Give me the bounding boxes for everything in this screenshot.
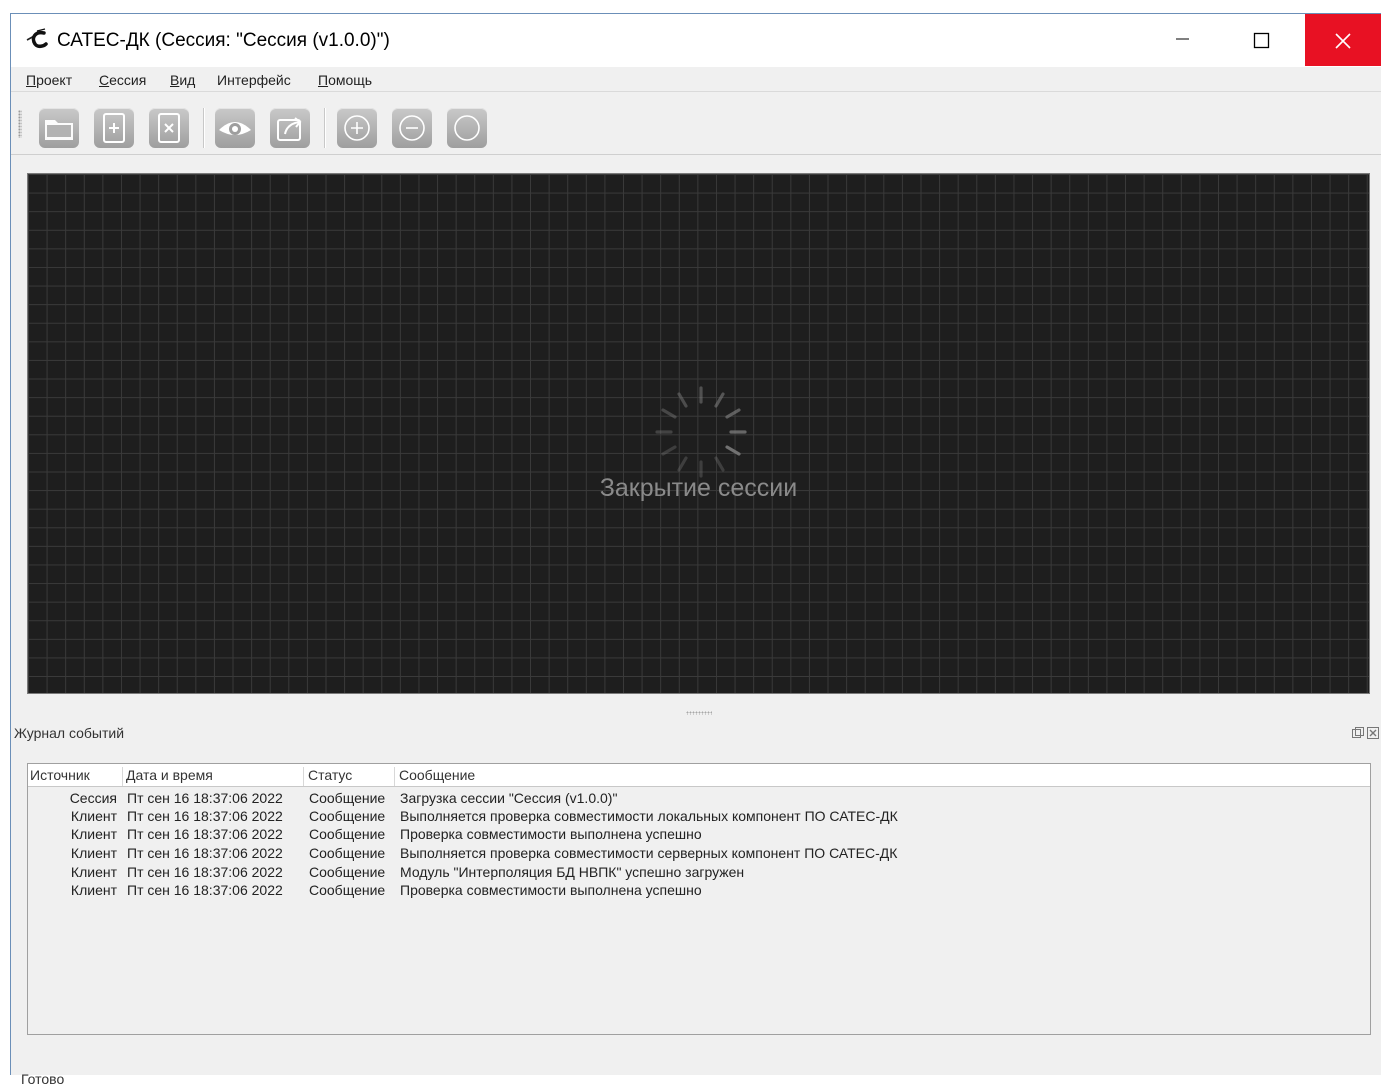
cell-source: Клиент <box>70 826 117 842</box>
close-file-button[interactable] <box>149 108 189 148</box>
window-title: САТЕС-ДК (Сессия: "Сессия (v1.0.0)") <box>57 30 390 51</box>
table-row[interactable]: Клиент Пт сен 16 18:37:06 2022 Сообщение… <box>28 826 1370 844</box>
col-header-datetime[interactable]: Дата и время <box>126 767 304 786</box>
toolbar-grip[interactable] <box>18 110 22 138</box>
zoom-in-icon <box>344 115 370 141</box>
open-button[interactable] <box>39 108 79 148</box>
maximize-icon <box>1253 32 1270 49</box>
view-eye-icon <box>219 122 251 135</box>
event-log-table[interactable]: Источник Дата и время Статус Сообщение С… <box>27 763 1371 1035</box>
minimize-button[interactable] <box>1151 14 1213 66</box>
loading-spinner-icon <box>655 386 747 478</box>
cell-message: Модуль "Интерполяция БД НВПК" успешно за… <box>400 864 745 880</box>
col-header-source[interactable]: Источник <box>30 767 123 786</box>
zoom-reset-icon <box>454 115 480 141</box>
toolbar-separator <box>324 108 326 148</box>
close-panel-icon[interactable] <box>1366 726 1380 740</box>
zoom-out-button[interactable] <box>392 108 432 148</box>
table-header: Источник Дата и время Статус Сообщение <box>28 764 1370 787</box>
table-row[interactable]: Клиент Пт сен 16 18:37:06 2022 Сообщение… <box>28 882 1370 900</box>
col-header-status[interactable]: Статус <box>308 767 395 786</box>
loading-text: Закрытие сессии <box>599 474 798 502</box>
cell-message: Проверка совместимости выполнена успешно <box>400 826 702 842</box>
open-folder-icon <box>45 120 73 140</box>
menu-bar: Проект Сессия Вид Интерфейс Помощь <box>11 67 1381 92</box>
cell-message: Выполняется проверка совместимости серве… <box>400 845 898 861</box>
new-file-icon <box>103 113 125 143</box>
table-row[interactable]: Клиент Пт сен 16 18:37:06 2022 Сообщение… <box>28 864 1370 882</box>
zoom-out-icon <box>399 115 425 141</box>
cell-source: Сессия <box>69 790 117 806</box>
cell-status: Сообщение <box>309 790 386 806</box>
new-button[interactable] <box>94 108 134 148</box>
cell-datetime: Пт сен 16 18:37:06 2022 <box>127 882 283 898</box>
panel-splitter[interactable] <box>686 711 712 715</box>
status-bar-text: Готово <box>21 1071 65 1087</box>
menu-help[interactable]: Помощь <box>318 72 372 88</box>
toolbar <box>11 92 1381 155</box>
cell-datetime: Пт сен 16 18:37:06 2022 <box>127 790 283 806</box>
cell-status: Сообщение <box>309 808 386 824</box>
cell-source: Клиент <box>70 882 117 898</box>
cell-message: Проверка совместимости выполнена успешно <box>400 882 702 898</box>
export-icon <box>277 117 302 141</box>
cell-status: Сообщение <box>309 826 386 842</box>
title-bar[interactable]: САТЕС-ДК (Сессия: "Сессия (v1.0.0)") <box>11 14 1381 67</box>
minimize-icon <box>1176 38 1189 40</box>
cell-datetime: Пт сен 16 18:37:06 2022 <box>127 864 283 880</box>
cell-status: Сообщение <box>309 864 386 880</box>
log-panel-title: Журнал событий <box>14 725 125 741</box>
cell-message: Выполняется проверка совместимости локал… <box>400 808 898 824</box>
export-button[interactable] <box>270 108 310 148</box>
table-row[interactable]: Клиент Пт сен 16 18:37:06 2022 Сообщение… <box>28 808 1370 826</box>
cell-message: Загрузка сессии "Сессия (v1.0.0)" <box>400 790 618 806</box>
app-logo-icon <box>26 28 48 49</box>
menu-session[interactable]: Сессия <box>99 72 146 88</box>
zoom-reset-button[interactable] <box>447 108 487 148</box>
maximize-button[interactable] <box>1231 14 1293 66</box>
main-window: САТЕС-ДК (Сессия: "Сессия (v1.0.0)") Про… <box>10 13 1381 1087</box>
session-canvas[interactable]: Закрытие сессии <box>27 173 1370 694</box>
cell-datetime: Пт сен 16 18:37:06 2022 <box>127 808 283 824</box>
toolbar-separator <box>203 108 205 148</box>
cell-datetime: Пт сен 16 18:37:06 2022 <box>127 845 283 861</box>
close-icon <box>1335 33 1351 49</box>
close-button[interactable] <box>1305 14 1381 66</box>
col-header-message[interactable]: Сообщение <box>399 767 1359 786</box>
cell-source: Клиент <box>70 845 117 861</box>
view-button[interactable] <box>215 108 255 148</box>
table-row[interactable]: Клиент Пт сен 16 18:37:06 2022 Сообщение… <box>28 845 1370 863</box>
table-row[interactable]: Сессия Пт сен 16 18:37:06 2022 Сообщение… <box>28 790 1370 808</box>
cell-source: Клиент <box>70 864 117 880</box>
menu-view[interactable]: Вид <box>170 72 195 88</box>
float-panel-icon[interactable] <box>1351 726 1365 740</box>
menu-interface[interactable]: Интерфейс <box>217 72 291 88</box>
zoom-in-button[interactable] <box>337 108 377 148</box>
close-file-icon <box>158 113 180 143</box>
menu-project[interactable]: Проект <box>26 72 72 88</box>
cell-status: Сообщение <box>309 882 386 898</box>
cell-datetime: Пт сен 16 18:37:06 2022 <box>127 826 283 842</box>
cell-source: Клиент <box>70 808 117 824</box>
cell-status: Сообщение <box>309 845 386 861</box>
